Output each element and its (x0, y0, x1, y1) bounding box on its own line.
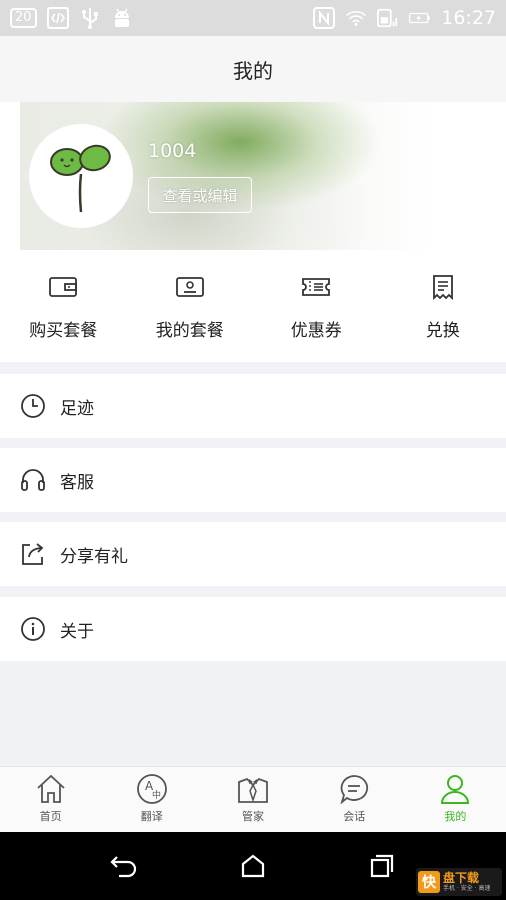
battery-charging-icon (409, 7, 431, 29)
menu-item-about[interactable]: 关于 (0, 597, 506, 661)
nav-me[interactable]: 我的 (405, 767, 506, 832)
notification-count-badge: 20 (10, 8, 37, 28)
recent-apps-icon[interactable] (362, 846, 402, 886)
watermark-text: 盘下载 手机 · 安全 · 高速 (443, 872, 490, 892)
buy-plan-button[interactable]: 购买套餐 (0, 250, 127, 362)
nav-chat-label: 会话 (343, 810, 366, 823)
nfc-icon (313, 7, 336, 29)
watermark-sub-text: 手机 · 安全 · 高速 (443, 885, 491, 892)
menu-label-customer-service: 客服 (60, 472, 94, 493)
menu-label-about: 关于 (60, 621, 94, 642)
back-icon[interactable] (104, 846, 144, 886)
watermark-logo-mark: 快 (418, 871, 440, 893)
profile-banner[interactable] (0, 102, 506, 250)
id-card-icon (175, 274, 205, 300)
title-bar: 我的 (0, 36, 506, 102)
wifi-icon (345, 7, 367, 29)
clock-icon (20, 393, 46, 419)
butler-icon (237, 773, 269, 805)
sprout-icon (50, 144, 111, 213)
watermark-main-text: 盘下载 (443, 871, 480, 885)
coupon-button[interactable]: 优惠券 (253, 250, 380, 362)
sim-signal-icon (377, 7, 399, 29)
redeem-label: 兑换 (425, 321, 460, 341)
svg-text:中: 中 (152, 789, 161, 801)
avatar[interactable] (29, 124, 133, 228)
my-plan-button[interactable]: 我的套餐 (127, 250, 254, 362)
my-plan-label: 我的套餐 (155, 321, 224, 341)
menu-item-share[interactable]: 分享有礼 (0, 522, 506, 586)
wallet-icon (48, 274, 78, 300)
coupon-label: 优惠券 (290, 321, 342, 341)
status-bar: 20 16:27 (0, 0, 506, 36)
headset-icon (20, 467, 46, 493)
watermark-logo: 快 盘下载 手机 · 安全 · 高速 (416, 868, 502, 896)
translate-icon: A中 (136, 773, 168, 805)
redeem-button[interactable]: 兑换 (380, 250, 506, 362)
menu-item-history[interactable]: 足迹 (0, 374, 506, 438)
edit-profile-button[interactable]: 查看或编辑 (148, 177, 252, 213)
menu-item-customer-service[interactable]: 客服 (0, 448, 506, 512)
quick-actions: 购买套餐 我的套餐 优惠券 兑换 (0, 250, 506, 362)
home-button-icon[interactable] (233, 846, 273, 886)
nav-butler[interactable]: 管家 (202, 767, 303, 832)
android-icon (111, 7, 133, 29)
bottom-nav: 首页 A中 翻译 管家 会话 我的 (0, 766, 506, 832)
coupon-icon (301, 274, 331, 300)
status-time: 16:27 (441, 7, 496, 29)
username: 1004 (148, 140, 197, 162)
receipt-icon (431, 274, 455, 300)
person-icon (439, 773, 471, 805)
page-title: 我的 (233, 58, 273, 83)
nav-me-label: 我的 (444, 810, 467, 823)
info-icon (20, 616, 46, 642)
buy-plan-label: 购买套餐 (29, 321, 98, 341)
menu-label-history: 足迹 (60, 398, 94, 419)
nav-home-label: 首页 (39, 810, 62, 823)
usb-icon (79, 7, 101, 29)
code-icon (46, 7, 69, 29)
nav-chat[interactable]: 会话 (304, 767, 405, 832)
chat-icon (338, 773, 370, 805)
nav-butler-label: 管家 (242, 810, 264, 823)
home-icon (35, 773, 67, 805)
nav-translate-label: 翻译 (140, 810, 163, 823)
nav-home[interactable]: 首页 (0, 767, 101, 832)
nav-translate[interactable]: A中 翻译 (101, 767, 202, 832)
menu-label-share: 分享有礼 (60, 546, 128, 567)
share-icon (20, 541, 46, 567)
